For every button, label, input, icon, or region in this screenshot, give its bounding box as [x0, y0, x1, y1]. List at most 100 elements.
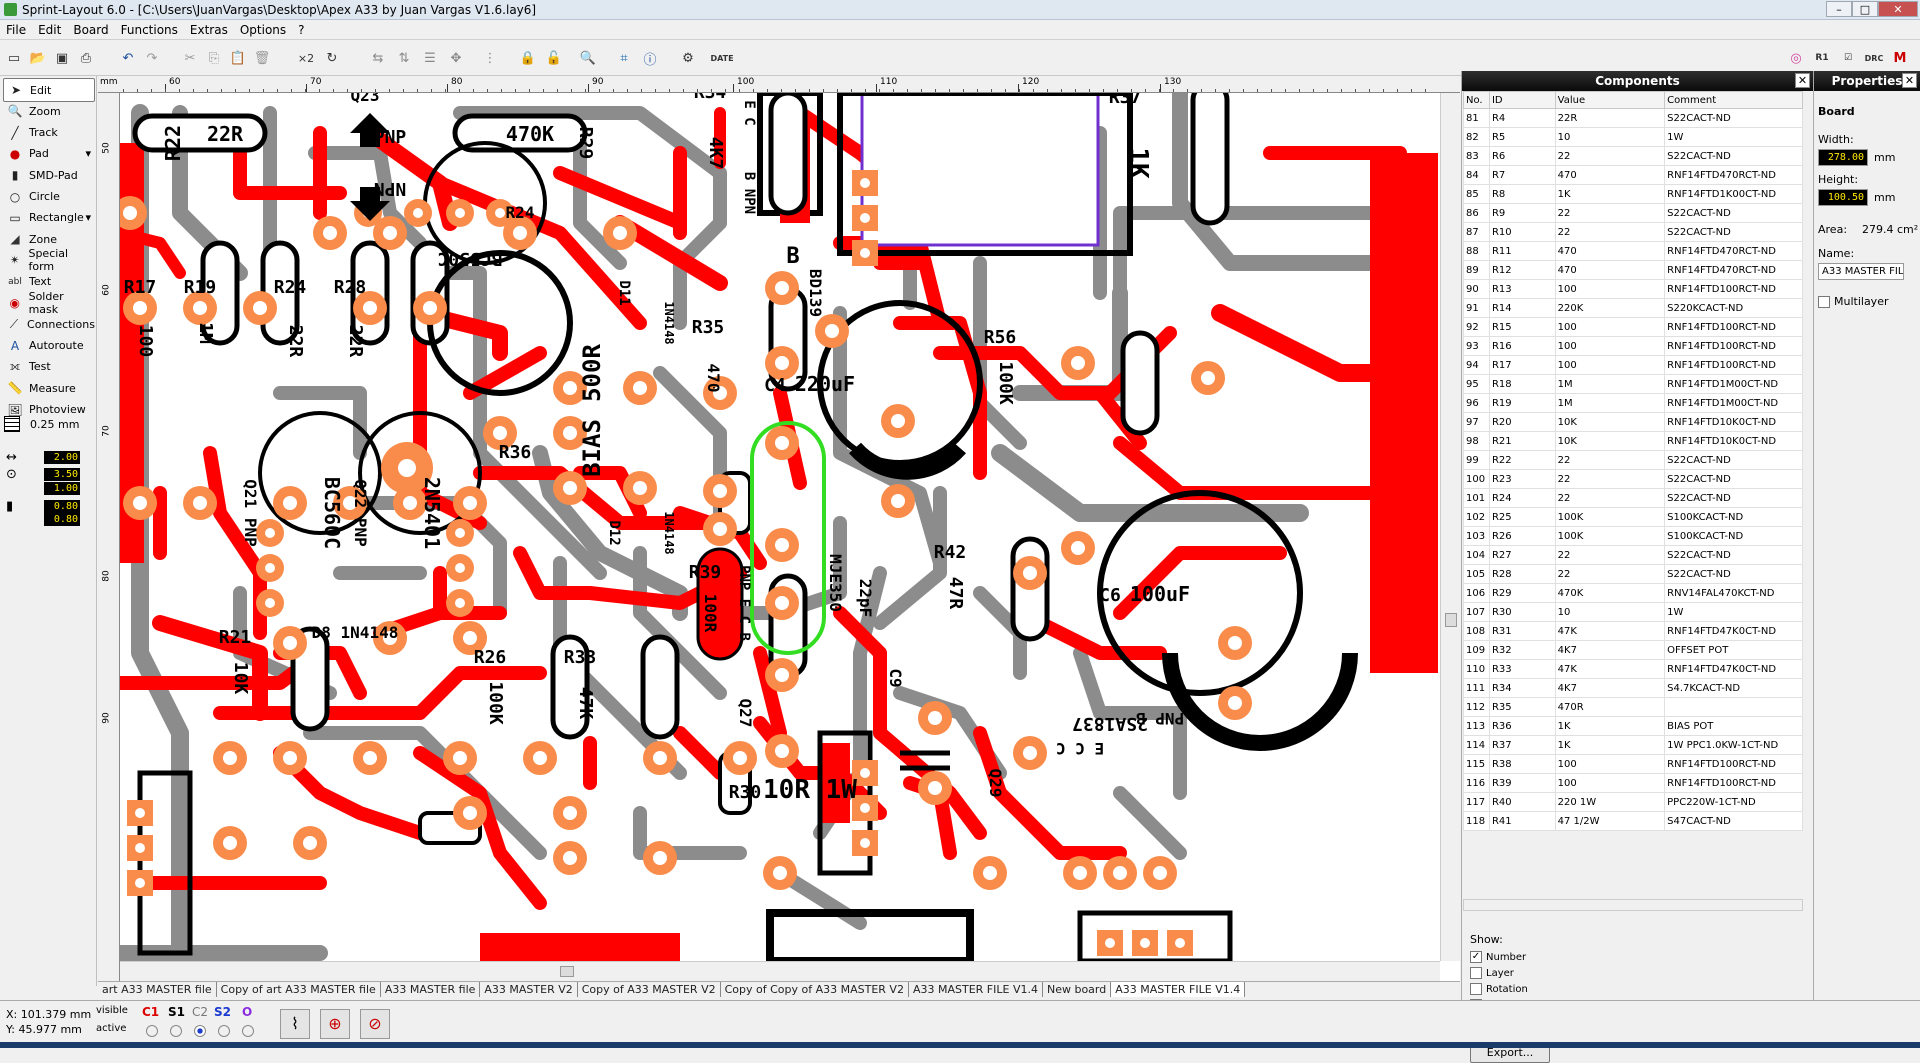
connection-mode-icon[interactable]: ⌇	[280, 1009, 310, 1039]
table-row[interactable]: 83 R6 22 S22CACT-ND	[1463, 146, 1803, 166]
grid-selector[interactable]: 0.25 mm	[4, 416, 79, 432]
save-icon[interactable]: ▣	[52, 48, 72, 68]
table-row[interactable]: 85 R8 1K RNF14FTD1K00CT-ND	[1463, 184, 1803, 204]
pad-outer-field[interactable]: 3.50	[44, 468, 80, 481]
close-button[interactable]: ✕	[1878, 1, 1918, 17]
table-row[interactable]: 118 R41 47 1/2W S47CACT-ND	[1463, 811, 1803, 831]
active-radio-o[interactable]	[242, 1025, 254, 1037]
board-tab[interactable]: Copy of A33 MASTER V2	[578, 982, 721, 997]
active-radio-s2[interactable]	[218, 1025, 230, 1037]
active-radio-s1[interactable]	[170, 1025, 182, 1037]
layer-s1[interactable]: S1	[168, 1005, 185, 1019]
menu-file[interactable]: File	[0, 20, 32, 40]
table-row[interactable]: 81 R4 22R S22CACT-ND	[1463, 108, 1803, 128]
paste-icon[interactable]: 📋	[228, 48, 248, 68]
table-row[interactable]: 94 R17 100 RNF14FTD100RCT-ND	[1463, 355, 1803, 375]
track-width-field[interactable]: 2.00	[44, 451, 80, 464]
menu-functions[interactable]: Functions	[115, 20, 184, 40]
table-row[interactable]: 110 R33 47K RNF14FTD47K0CT-ND	[1463, 659, 1803, 679]
align-icon[interactable]: ☰	[420, 48, 440, 68]
table-row[interactable]: 102 R25 100K S100KCACT-ND	[1463, 507, 1803, 527]
chevron-down-icon[interactable]: ▾	[85, 147, 91, 160]
table-row[interactable]: 109 R32 4K7 OFFSET POT	[1463, 640, 1803, 660]
table-row[interactable]: 95 R18 1M RNF14FTD1M00CT-ND	[1463, 374, 1803, 394]
settings-gear-icon[interactable]: ⚙	[678, 48, 698, 68]
smd-height-field[interactable]: 0.80	[44, 513, 80, 526]
board-tab[interactable]: A33 MASTER FILE V1.4	[909, 982, 1043, 997]
board-tab[interactable]: New board	[1043, 982, 1112, 997]
table-row[interactable]: 97 R20 10K RNF14FTD10K0CT-ND	[1463, 412, 1803, 432]
crosshair-icon[interactable]: ⊕	[320, 1009, 350, 1039]
ungroup-icon[interactable]: ⋮	[480, 48, 500, 68]
pad-inner-field[interactable]: 1.00	[44, 482, 80, 495]
print-icon[interactable]: ⎙	[76, 48, 96, 68]
table-row[interactable]: 90 R13 100 RNF14FTD100RCT-ND	[1463, 279, 1803, 299]
table-row[interactable]: 101 R24 22 S22CACT-ND	[1463, 488, 1803, 508]
show-layer-checkbox[interactable]	[1470, 967, 1482, 979]
cut-icon[interactable]: ✂	[180, 48, 200, 68]
show-number-checkbox[interactable]: ✓	[1470, 951, 1482, 963]
maximize-button[interactable]: □	[1852, 1, 1878, 17]
pcb-board[interactable]: R22 22R PNP NPN 470K R29 Q23 R24 BC550C R34 4K7 B N…	[120, 93, 1438, 961]
menu-board[interactable]: Board	[67, 20, 114, 40]
table-row[interactable]: 108 R31 47K RNF14FTD47K0CT-ND	[1463, 621, 1803, 641]
new-file-icon[interactable]: ▭	[4, 48, 24, 68]
layer-c2[interactable]: C2	[192, 1005, 208, 1019]
close-properties-icon[interactable]: ✕	[1902, 73, 1917, 88]
layer-c1[interactable]: C1	[142, 1005, 159, 1019]
layer-circle-icon[interactable]: ◎	[1786, 48, 1806, 68]
active-radio-c2[interactable]	[194, 1025, 206, 1037]
menu-extras[interactable]: Extras	[184, 20, 234, 40]
unlock-icon[interactable]: 🔓	[544, 48, 564, 68]
width-field[interactable]: 278.00	[1818, 149, 1868, 166]
table-row[interactable]: 98 R21 10K RNF14FTD10K0CT-ND	[1463, 431, 1803, 451]
redo-icon[interactable]: ↷	[142, 48, 162, 68]
table-row[interactable]: 86 R9 22 S22CACT-ND	[1463, 203, 1803, 223]
smd-width-field[interactable]: 0.80	[44, 500, 80, 513]
drc-icon[interactable]: DRC	[1864, 48, 1884, 68]
board-tab[interactable]: A33 MASTER V2	[480, 982, 578, 997]
table-row[interactable]: 93 R16 100 RNF14FTD100RCT-ND	[1463, 336, 1803, 356]
crop-icon[interactable]: ⌗	[614, 48, 634, 68]
table-row[interactable]: 100 R23 22 S22CACT-ND	[1463, 469, 1803, 489]
close-components-icon[interactable]: ✕	[1795, 73, 1810, 88]
table-row[interactable]: 87 R10 22 S22CACT-ND	[1463, 222, 1803, 242]
checklist-icon[interactable]: ☑	[1838, 48, 1858, 68]
macro-icon[interactable]: M	[1890, 48, 1910, 68]
table-row[interactable]: 99 R22 22 S22CACT-ND	[1463, 450, 1803, 470]
chevron-down-icon[interactable]: ▾	[85, 211, 91, 224]
table-row[interactable]: 111 R34 4K7 S4.7KCACT-ND	[1463, 678, 1803, 698]
r1-icon[interactable]: R1	[1812, 48, 1832, 68]
column-header[interactable]: ID	[1488, 91, 1556, 109]
board-tab[interactable]: A33 MASTER file	[381, 982, 481, 997]
active-radio-c1[interactable]	[146, 1025, 158, 1037]
vertical-scrollbar[interactable]	[1440, 93, 1460, 961]
height-field[interactable]: 100.50	[1818, 189, 1868, 206]
layer-o[interactable]: O	[242, 1005, 252, 1019]
board-tab[interactable]: A33 MASTER FILE V1.4	[1111, 982, 1246, 997]
table-row[interactable]: 116 R39 100 RNF14FTD100RCT-ND	[1463, 773, 1803, 793]
table-row[interactable]: 92 R15 100 RNF14FTD100RCT-ND	[1463, 317, 1803, 337]
pcb-layout[interactable]: R22 22R PNP NPN 470K R29 Q23 R24 BC550C R34 4K7 B N…	[120, 93, 1438, 961]
date-icon[interactable]: DATE	[710, 48, 733, 68]
group-icon[interactable]: ✥	[446, 48, 466, 68]
table-row[interactable]: 106 R29 470K RNV14FAL470KCT-ND	[1463, 583, 1803, 603]
mirror-horizontal-icon[interactable]: ⇆	[368, 48, 388, 68]
minimize-button[interactable]: –	[1826, 1, 1852, 17]
menu-edit[interactable]: Edit	[32, 20, 67, 40]
table-row[interactable]: 114 R37 1K 1W PPC1.0KW-1CT-ND	[1463, 735, 1803, 755]
table-row[interactable]: 88 R11 470 RNF14FTD470RCT-ND	[1463, 241, 1803, 261]
lock-icon[interactable]: 🔒	[518, 48, 538, 68]
rubberband-icon[interactable]: ⊘	[360, 1009, 390, 1039]
show-rotation-checkbox[interactable]	[1470, 983, 1482, 995]
rotate-icon[interactable]: ↻	[322, 48, 342, 68]
table-row[interactable]: 89 R12 470 RNF14FTD470RCT-ND	[1463, 260, 1803, 280]
undo-icon[interactable]: ↶	[118, 48, 138, 68]
open-folder-icon[interactable]: 📂	[28, 48, 48, 68]
table-row[interactable]: 96 R19 1M RNF14FTD1M00CT-ND	[1463, 393, 1803, 413]
column-header[interactable]: Value	[1554, 91, 1666, 109]
table-row[interactable]: 105 R28 22 S22CACT-ND	[1463, 564, 1803, 584]
board-tab[interactable]: art A33 MASTER file	[98, 982, 217, 997]
table-row[interactable]: 104 R27 22 S22CACT-ND	[1463, 545, 1803, 565]
table-row[interactable]: 82 R5 10 1W	[1463, 127, 1803, 147]
